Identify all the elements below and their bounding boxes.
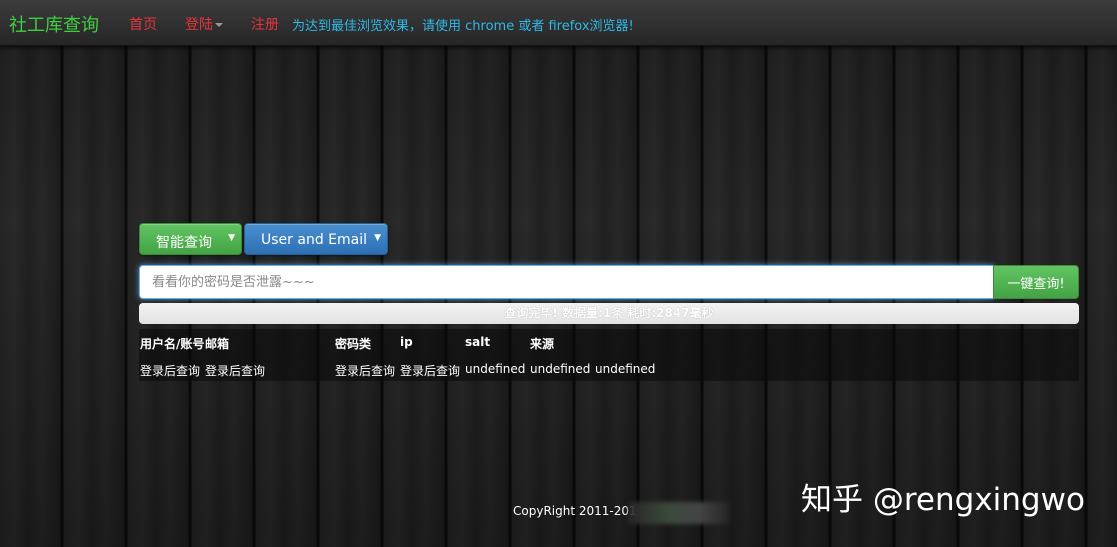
table-cell: 登录后查询: [205, 364, 266, 378]
table-cell: undefined: [530, 362, 591, 376]
search-input[interactable]: [139, 265, 994, 299]
column-header: 来源: [530, 337, 555, 351]
query-type-label: User and Email: [261, 232, 367, 248]
nav-login-dropdown[interactable]: 登陆: [185, 14, 223, 34]
query-mode-dropdown[interactable]: 智能查询 ▼: [139, 223, 242, 255]
top-navbar: 社工库查询 首页 登陆 注册 为达到最佳浏览效果，请使用 chrome 或者 f…: [0, 0, 1117, 46]
caret-down-icon: [215, 23, 223, 27]
query-mode-label: 智能查询: [156, 235, 212, 251]
browser-notice: 为达到最佳浏览效果，请使用 chrome 或者 firefox浏览器!: [292, 19, 634, 34]
zhihu-watermark: 知乎 @rengxingwo: [801, 482, 1085, 518]
column-header: 类: [359, 337, 372, 351]
nav-register-link[interactable]: 注册: [251, 14, 279, 34]
table-cell: undefined: [465, 362, 526, 376]
redaction-blur: [628, 502, 730, 524]
table-cell: 登录后查询: [400, 364, 461, 378]
dropdown-arrow-icon: ▼: [228, 233, 235, 243]
column-header: 邮箱: [205, 337, 230, 351]
search-button[interactable]: 一键查询!: [993, 265, 1079, 299]
brand-logo[interactable]: 社工库查询: [9, 11, 99, 37]
nav-home-link[interactable]: 首页: [129, 14, 157, 34]
query-type-dropdown[interactable]: User and Email ▼: [244, 223, 388, 255]
column-header: salt: [465, 335, 491, 349]
column-header: 用户名/账号: [140, 337, 205, 351]
table-cell: 登录后查询: [140, 364, 201, 378]
table-cell: 登录后查询: [335, 364, 396, 378]
table-cell: undefined: [595, 362, 656, 376]
column-header: 密码: [335, 337, 360, 351]
dropdown-arrow-icon: ▼: [374, 233, 381, 243]
nav-login-label: 登陆: [185, 17, 213, 33]
footer-copyright: CopyRight 2011-201: [513, 504, 637, 518]
column-header: ip: [400, 335, 413, 349]
status-bar: 查询完毕! 数据量:1条 耗时:2847毫秒: [139, 303, 1079, 324]
results-table: 用户名/账号 邮箱 密码 类 ip salt 来源 登录后查询 登录后查询 登录…: [139, 329, 1079, 381]
